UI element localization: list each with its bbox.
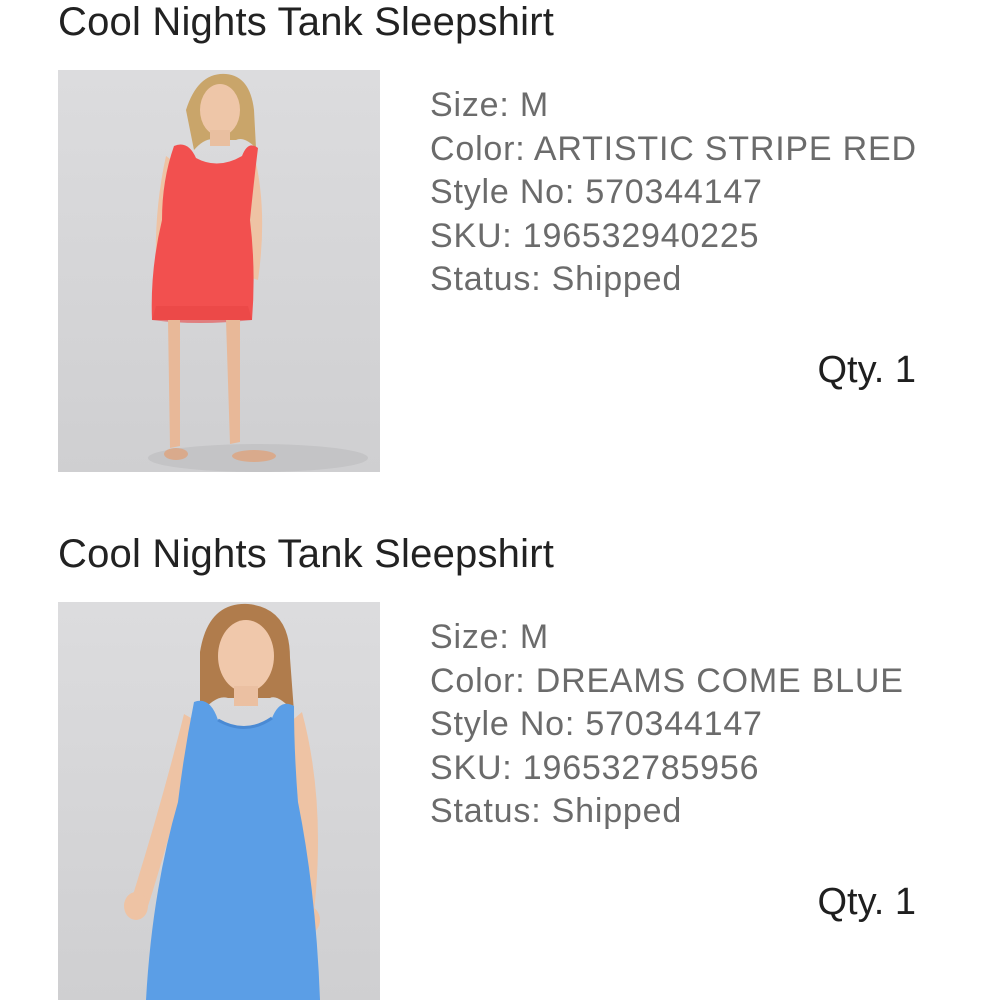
style-number-text: Style No: 570344147 xyxy=(430,705,763,743)
product-image[interactable] xyxy=(58,602,380,1000)
status-text: Status: Shipped xyxy=(430,792,683,830)
sku-text: SKU: 196532940225 xyxy=(430,216,760,255)
style-number-text: Style No: 570344147 xyxy=(430,173,763,211)
product-details: Size: M Color: ARTISTIC STRIPE RED Style… xyxy=(430,84,917,302)
size-text: Size: M xyxy=(430,86,549,124)
sku-text: SKU: 196532785956 xyxy=(430,748,760,787)
quantity-text: Qty. 1 xyxy=(817,881,916,923)
order-items-list: Cool Nights Tank Sleepshirt Size: M Colo… xyxy=(0,0,1000,1000)
quantity-text: Qty. 1 xyxy=(817,349,916,391)
size-text: Size: M xyxy=(430,618,549,656)
product-title[interactable]: Cool Nights Tank Sleepshirt xyxy=(58,532,554,576)
color-text: Color: DREAMS COME BLUE xyxy=(430,661,904,700)
product-title[interactable]: Cool Nights Tank Sleepshirt xyxy=(58,0,554,44)
red-sleepshirt-photo xyxy=(148,73,368,472)
blue-sleepshirt-photo xyxy=(124,603,320,1000)
product-details: Size: M Color: DREAMS COME BLUE Style No… xyxy=(430,616,904,834)
status-text: Status: Shipped xyxy=(430,260,683,298)
color-text: Color: ARTISTIC STRIPE RED xyxy=(430,129,917,168)
product-image[interactable] xyxy=(58,70,380,472)
